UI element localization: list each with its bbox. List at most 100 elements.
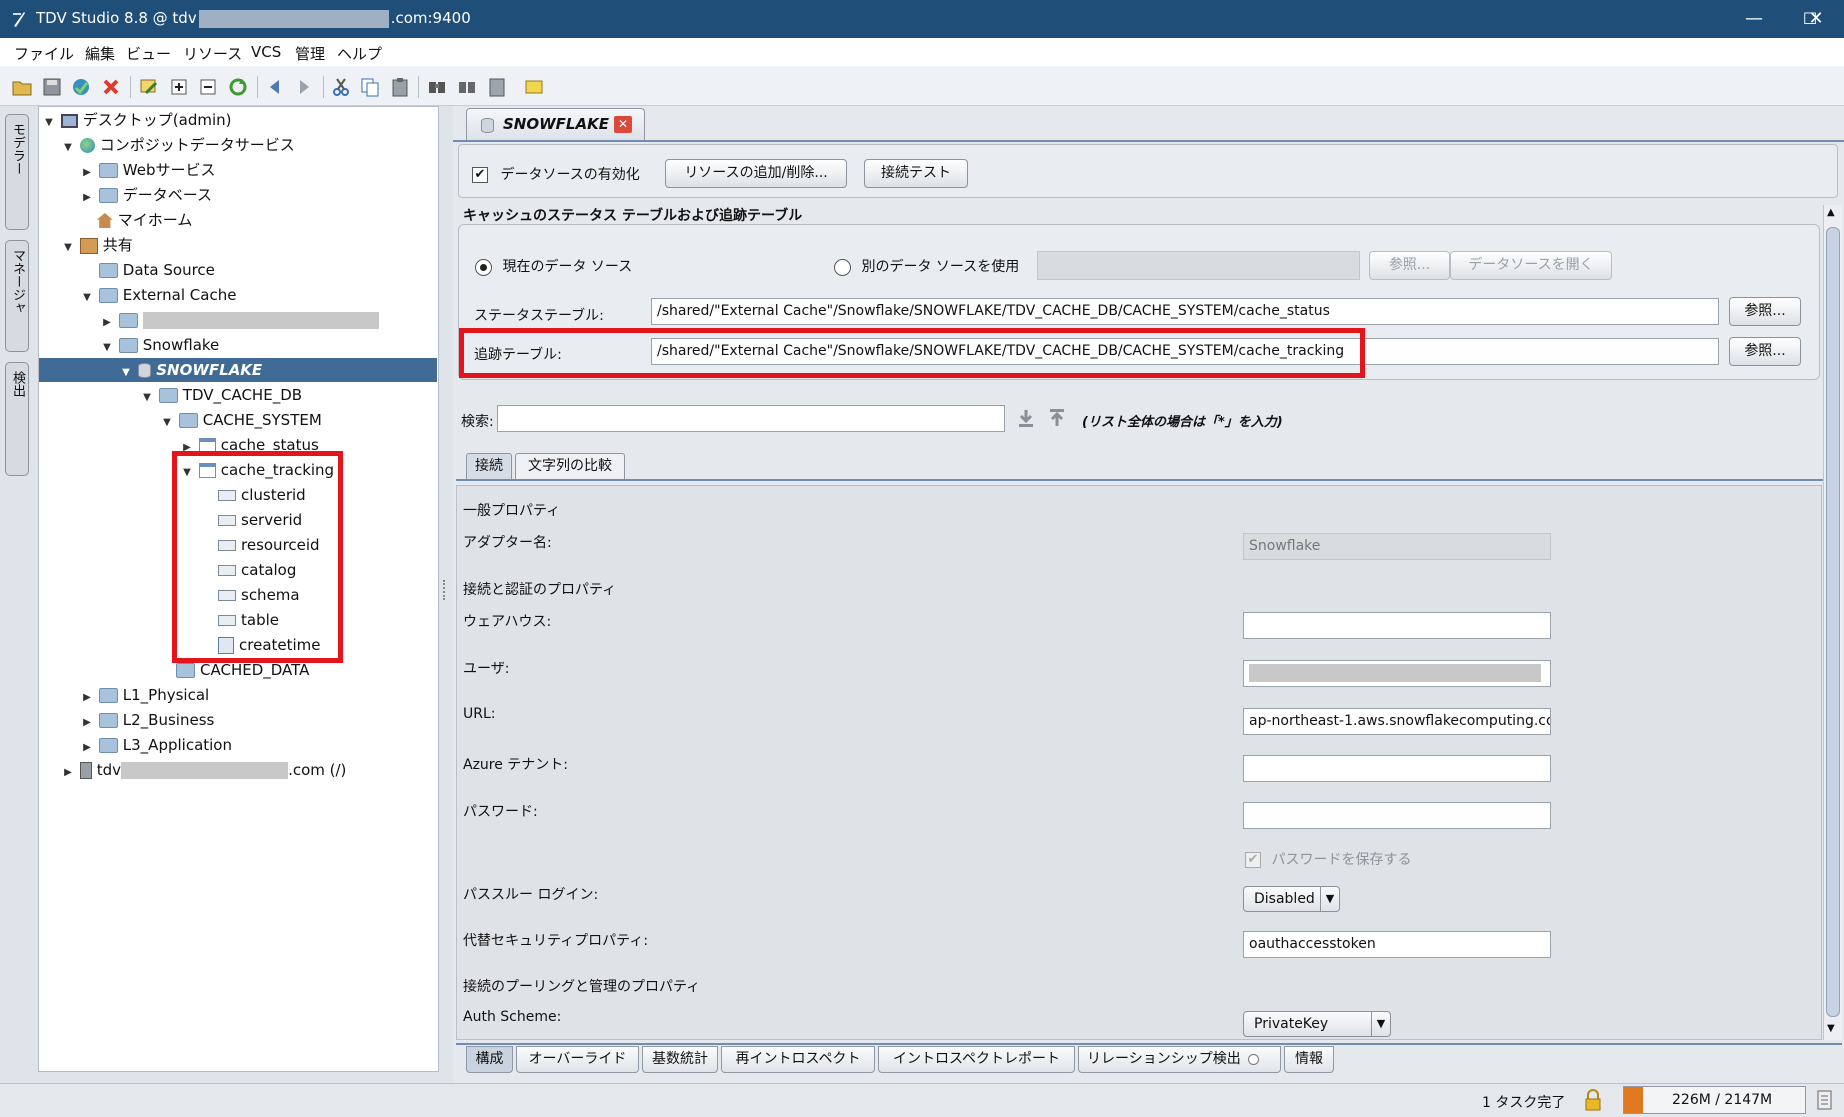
status-table-field[interactable]: /shared/"External Cache"/Snowflake/SNOWF… xyxy=(651,298,1719,325)
rename-icon[interactable] xyxy=(138,76,160,98)
scrollbar-thumb[interactable] xyxy=(1826,227,1840,1017)
tab-cardinality[interactable]: 基数統計 xyxy=(642,1046,718,1073)
expanded-arrow-icon[interactable]: ▼ xyxy=(80,286,94,310)
azure-tenant-field[interactable] xyxy=(1243,755,1551,782)
note-icon[interactable] xyxy=(523,76,545,98)
tree-node-external-cache[interactable]: ▼ External Cache xyxy=(80,283,236,307)
url-field[interactable]: ap-northeast-1.aws.snowflakecomputing.co… xyxy=(1243,708,1551,735)
expanded-arrow-icon[interactable]: ▼ xyxy=(42,111,56,135)
tab-override[interactable]: オーバーライド xyxy=(516,1046,639,1073)
copy-icon[interactable] xyxy=(359,76,381,98)
alt-security-field[interactable]: oauthaccesstoken xyxy=(1243,931,1551,958)
warehouse-field[interactable] xyxy=(1243,612,1551,639)
other-source-option[interactable]: 別のデータ ソースを使用 xyxy=(834,256,1019,276)
enable-checkbox[interactable]: ✔ xyxy=(472,167,488,183)
user-field[interactable] xyxy=(1243,660,1551,687)
menu-edit[interactable]: 編集 xyxy=(85,43,115,64)
find-next-icon[interactable] xyxy=(456,76,478,98)
tree-node-cache-system[interactable]: ▼ CACHE_SYSTEM xyxy=(160,408,322,432)
delete-icon[interactable] xyxy=(100,76,122,98)
tab-introspect-report[interactable]: イントロスペクトレポート xyxy=(878,1046,1075,1073)
tab-manager[interactable]: マネージャ xyxy=(5,240,29,352)
expanded-arrow-icon[interactable]: ▼ xyxy=(61,236,75,260)
refresh-icon[interactable] xyxy=(227,76,249,98)
garbage-collect-icon[interactable] xyxy=(1816,1089,1833,1111)
expanded-arrow-icon[interactable]: ▼ xyxy=(140,386,154,410)
tree-node-data-source[interactable]: Data Source xyxy=(80,258,215,282)
other-source-radio[interactable] xyxy=(834,258,851,276)
enable-datasource[interactable]: ✔ データソースの有効化 xyxy=(472,164,640,184)
find-icon[interactable] xyxy=(426,76,448,98)
collapsed-arrow-icon[interactable]: ▶ xyxy=(80,711,94,735)
tab-snowflake[interactable]: SNOWFLAKE ✕ xyxy=(466,108,645,140)
tab-modeler[interactable]: モデラー xyxy=(5,114,29,230)
close-button[interactable]: ✕ xyxy=(1788,0,1844,38)
tree-node-databases[interactable]: ▶ データベース xyxy=(80,183,212,207)
close-tab-icon[interactable]: ✕ xyxy=(614,116,632,133)
open-folder-icon[interactable] xyxy=(11,76,33,98)
auth-scheme-select[interactable]: PrivateKey ▼ xyxy=(1243,1011,1391,1037)
tree-node-server[interactable]: ▶ tdv .com (/) xyxy=(61,758,346,782)
print-icon[interactable] xyxy=(486,76,508,98)
tab-relationship-discovery[interactable]: リレーションシップ検出 xyxy=(1078,1046,1281,1073)
tree-node-desktop[interactable]: ▼ デスクトップ(admin) xyxy=(42,108,231,135)
expand-icon[interactable] xyxy=(168,76,190,98)
tree-node-shared[interactable]: ▼ 共有 xyxy=(61,233,133,257)
forward-icon[interactable] xyxy=(293,76,315,98)
expanded-arrow-icon[interactable]: ▼ xyxy=(61,136,75,160)
search-input[interactable] xyxy=(497,405,1005,432)
expanded-arrow-icon[interactable]: ▼ xyxy=(119,361,133,385)
passthrough-select[interactable]: Disabled ▼ xyxy=(1243,886,1340,912)
splitter-handle[interactable] xyxy=(443,580,449,600)
download-icon[interactable] xyxy=(1016,408,1036,428)
menu-resource[interactable]: リソース xyxy=(183,43,242,64)
collapsed-arrow-icon[interactable]: ▶ xyxy=(100,311,114,335)
tree-node-snowflake-datasource[interactable]: ▼ SNOWFLAKE xyxy=(39,358,437,382)
tree-node-snowflake-folder[interactable]: ▼ Snowflake xyxy=(100,333,219,357)
back-icon[interactable] xyxy=(264,76,286,98)
tab-string-compare[interactable]: 文字列の比較 xyxy=(515,453,625,479)
collapsed-arrow-icon[interactable]: ▶ xyxy=(80,736,94,760)
minimize-button[interactable]: — xyxy=(1726,0,1782,38)
current-source-radio[interactable] xyxy=(475,258,492,276)
tree-node-redacted[interactable]: ▶ xyxy=(100,308,379,332)
expanded-arrow-icon[interactable]: ▼ xyxy=(100,336,114,360)
cut-icon[interactable] xyxy=(330,76,352,98)
tree-node-l2[interactable]: ▶ L2_Business xyxy=(80,708,214,732)
collapsed-arrow-icon[interactable]: ▶ xyxy=(61,761,75,785)
collapse-icon[interactable] xyxy=(197,76,219,98)
vertical-scrollbar[interactable]: ▲ ▼ xyxy=(1823,205,1842,1040)
tab-discovery[interactable]: 検出 xyxy=(5,362,29,476)
collapsed-arrow-icon[interactable]: ▶ xyxy=(80,161,94,185)
tree-node-tdv-cache-db[interactable]: ▼ TDV_CACHE_DB xyxy=(140,383,302,407)
menu-help[interactable]: ヘルプ xyxy=(337,43,382,64)
paste-icon[interactable] xyxy=(389,76,411,98)
scroll-up-icon[interactable]: ▲ xyxy=(1827,207,1835,218)
tree-node-composite[interactable]: ▼ コンポジットデータサービス xyxy=(61,133,295,157)
status-table-browse-button[interactable]: 参照... xyxy=(1729,297,1801,326)
lock-icon[interactable] xyxy=(1584,1089,1602,1111)
tree-node-web-services[interactable]: ▶ Webサービス xyxy=(80,158,215,182)
test-connection-button[interactable]: 接続テスト xyxy=(864,159,968,188)
collapsed-arrow-icon[interactable]: ▶ xyxy=(80,686,94,710)
tracking-table-browse-button[interactable]: 参照... xyxy=(1729,337,1801,366)
password-field[interactable] xyxy=(1243,802,1551,829)
current-source-option[interactable]: 現在のデータ ソース xyxy=(475,256,632,276)
tab-reintrospect[interactable]: 再イントロスペクト xyxy=(721,1046,875,1073)
memory-bar[interactable]: 226M / 2147M xyxy=(1623,1086,1806,1114)
tab-config[interactable]: 構成 xyxy=(466,1046,513,1073)
scroll-down-icon[interactable]: ▼ xyxy=(1827,1023,1835,1034)
tab-connection[interactable]: 接続 xyxy=(466,453,512,479)
add-remove-resources-button[interactable]: リソースの追加/削除... xyxy=(665,159,847,188)
menu-admin[interactable]: 管理 xyxy=(295,43,325,64)
tree-node-l1[interactable]: ▶ L1_Physical xyxy=(80,683,209,707)
menu-file[interactable]: ファイル xyxy=(14,43,74,64)
tree-node-l3[interactable]: ▶ L3_Application xyxy=(80,733,232,757)
collapsed-arrow-icon[interactable]: ▶ xyxy=(80,186,94,210)
publish-icon[interactable] xyxy=(70,76,92,98)
save-icon[interactable] xyxy=(41,76,63,98)
tab-info[interactable]: 情報 xyxy=(1284,1046,1334,1073)
menu-view[interactable]: ビュー xyxy=(126,43,171,64)
expanded-arrow-icon[interactable]: ▼ xyxy=(160,411,174,435)
menu-vcs[interactable]: VCS xyxy=(251,43,281,61)
